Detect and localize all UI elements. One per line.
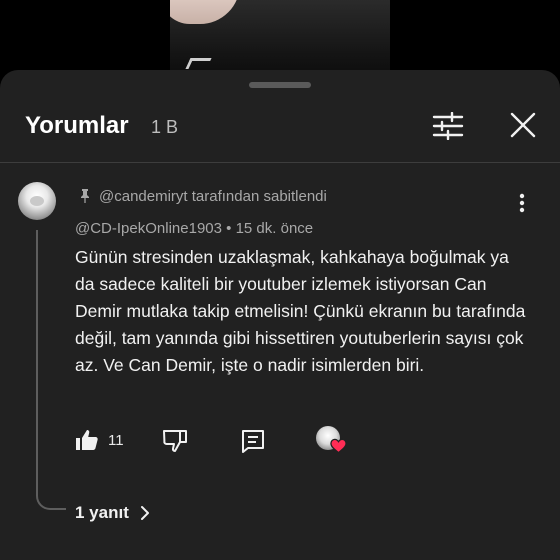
comment-actions: 11 xyxy=(0,426,560,456)
chevron-right-icon xyxy=(140,506,149,520)
comment-time: 15 dk. önce xyxy=(235,220,314,237)
avatar-face xyxy=(30,196,44,206)
thumbs-down-icon[interactable] xyxy=(162,428,188,454)
like-count: 11 xyxy=(108,431,124,449)
reply-thread-line xyxy=(36,230,66,510)
view-replies-button[interactable]: 1 yanıt xyxy=(75,503,151,523)
pinned-label: @candemiryt tarafından sabitlendi xyxy=(99,187,327,205)
pinned-indicator: @candemiryt tarafından sabitlendi xyxy=(78,186,327,206)
comment-author[interactable]: @CD-IpekOnline1903 xyxy=(75,220,222,237)
header-divider xyxy=(0,162,560,163)
thumbs-up-icon xyxy=(76,430,98,450)
page-title: Yorumlar xyxy=(25,112,129,139)
replies-label: 1 yanıt xyxy=(75,503,129,522)
comment-count: 1 B xyxy=(151,117,179,137)
comments-sheet: Yorumlar 1 B @candemiryt tarafından sabi… xyxy=(0,70,560,560)
sliders-icon[interactable] xyxy=(432,112,464,140)
reply-icon[interactable] xyxy=(240,428,266,454)
close-icon[interactable] xyxy=(508,110,538,140)
like-button[interactable]: 11 xyxy=(75,428,124,452)
drag-handle[interactable] xyxy=(249,82,311,88)
video-frame xyxy=(170,0,390,75)
video-content-logo xyxy=(185,58,212,69)
pin-icon xyxy=(81,189,89,203)
video-player[interactable] xyxy=(0,0,560,75)
comment-meta: @CD-IpekOnline1903 • 15 dk. önce xyxy=(75,220,313,237)
meta-separator: • xyxy=(226,220,232,237)
creator-heart-icon xyxy=(330,438,347,454)
more-vertical-icon[interactable] xyxy=(514,191,530,215)
avatar[interactable] xyxy=(18,182,56,220)
video-content-hand xyxy=(170,0,240,24)
creator-heart-badge xyxy=(316,426,348,456)
comment-text: Günün stresinden uzaklaşmak, kahkahaya b… xyxy=(75,247,526,375)
